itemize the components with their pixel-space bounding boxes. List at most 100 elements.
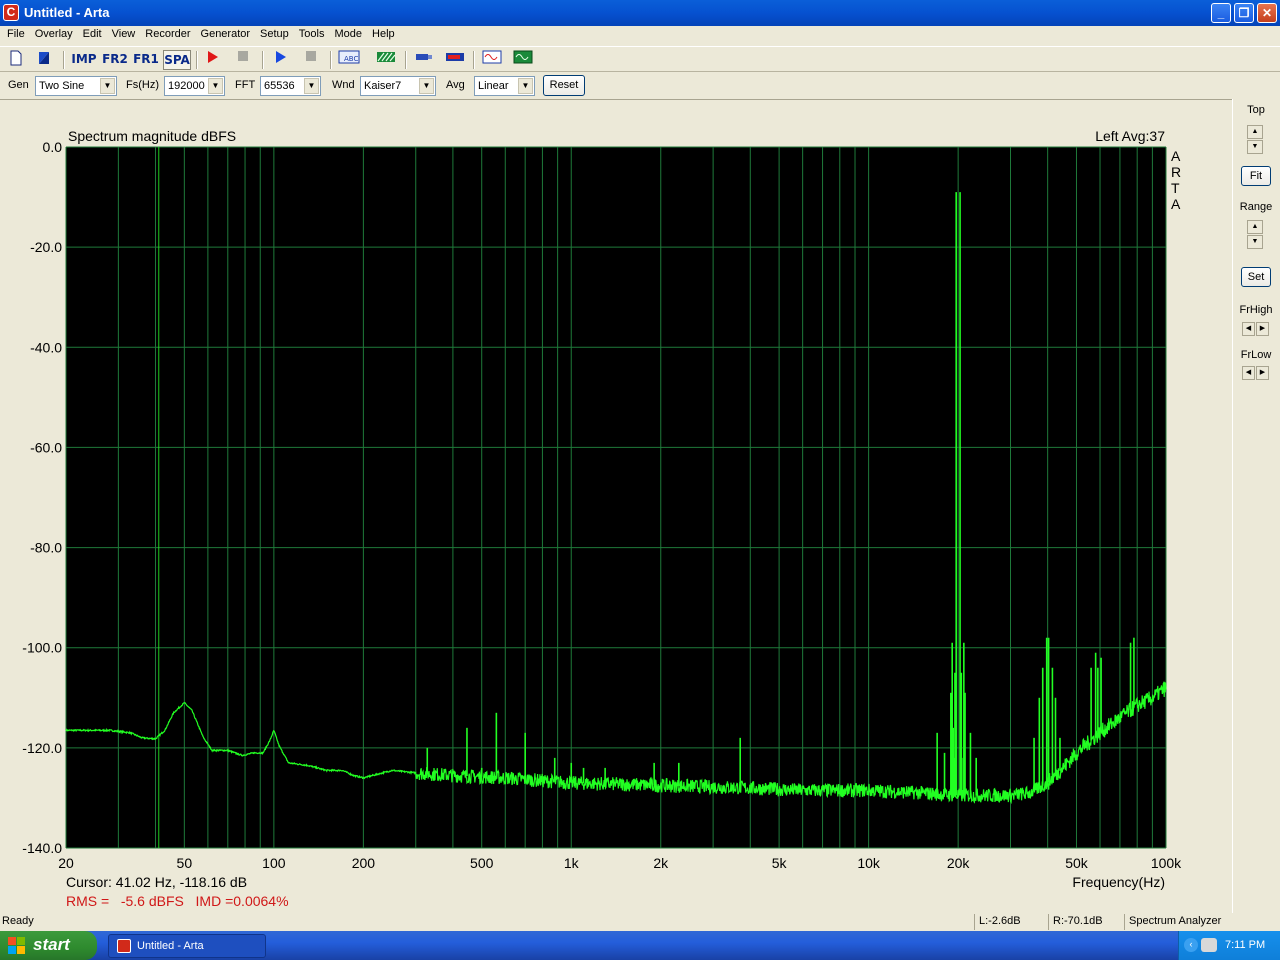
channel-info: Left Avg:37 xyxy=(1095,128,1165,144)
fft-size-value: 65536 xyxy=(264,80,295,92)
menu-mode[interactable]: Mode xyxy=(329,26,367,45)
cursor-readout: Cursor: 41.02 Hz, -118.16 dB xyxy=(66,874,247,890)
y-tick-label: -80.0 xyxy=(30,540,62,556)
menu-tools[interactable]: Tools xyxy=(294,26,330,45)
top-up-arrow-icon[interactable]: ▲ xyxy=(1247,125,1263,139)
taskbar-item-arta[interactable]: Untitled - Arta xyxy=(108,934,266,958)
menu-recorder[interactable]: Recorder xyxy=(140,26,195,45)
fs-label: Fs(Hz) xyxy=(126,79,159,91)
arta-watermark: ARTA xyxy=(1171,148,1181,212)
close-button[interactable]: ✕ xyxy=(1257,3,1277,23)
set-button[interactable]: Set xyxy=(1241,267,1271,287)
frlow-left-arrow-icon[interactable]: ◀ xyxy=(1242,366,1255,380)
averaging-select[interactable]: Linear ▼ xyxy=(474,76,535,96)
spectrum-chart-panel[interactable]: 0.0 -20.0 -40.0 -60.0 -80.0 -100.0 -120.0 -140.… xyxy=(0,99,1232,913)
x-tick-label: 20k xyxy=(947,855,971,871)
stop-record-icon[interactable] xyxy=(233,50,253,70)
y-tick-label: -120.0 xyxy=(22,740,62,756)
y-tick-label: 0.0 xyxy=(43,139,63,155)
minimize-button[interactable]: _ xyxy=(1211,3,1231,23)
reset-button[interactable]: Reset xyxy=(543,75,585,96)
sample-rate-value: 192000 xyxy=(168,80,205,92)
clock: 7:11 PM xyxy=(1225,939,1266,951)
top-label: Top xyxy=(1247,104,1265,116)
x-tick-label: 1k xyxy=(564,855,580,871)
menu-edit[interactable]: Edit xyxy=(78,26,107,45)
x-tick-label: 2k xyxy=(653,855,669,871)
status-bar: Ready L:-2.6dB R:-70.1dB Spectrum Analyz… xyxy=(0,913,1280,931)
averaging-value: Linear xyxy=(478,80,509,92)
abc-icon-label: ABC xyxy=(344,55,358,63)
menu-overlay[interactable]: Overlay xyxy=(30,26,78,45)
window-title: Untitled - Arta xyxy=(24,5,110,20)
open-icon[interactable] xyxy=(34,50,54,70)
chevron-down-icon[interactable]: ▼ xyxy=(100,78,115,94)
play-icon[interactable] xyxy=(271,50,291,70)
frhigh-left-arrow-icon[interactable]: ◀ xyxy=(1242,322,1255,336)
menu-setup[interactable]: Setup xyxy=(255,26,294,45)
watermark-letter: T xyxy=(1171,180,1180,196)
x-tick-labels: 20 50 100 200 500 1k 2k 5k 10k 20k 50k 100k xyxy=(58,855,1182,871)
arta-app-icon[interactable]: C xyxy=(3,4,19,21)
fit-button[interactable]: Fit xyxy=(1241,166,1271,186)
chevron-down-icon[interactable]: ▼ xyxy=(304,78,319,94)
range-down-arrow-icon[interactable]: ▼ xyxy=(1247,235,1263,249)
menu-view[interactable]: View xyxy=(107,26,141,45)
menu-file[interactable]: File xyxy=(2,26,30,45)
x-tick-label: 100k xyxy=(1151,855,1182,871)
left-level: L:-2.6dB xyxy=(974,914,1046,930)
top-down-arrow-icon[interactable]: ▼ xyxy=(1247,140,1263,154)
menu-help[interactable]: Help xyxy=(367,26,400,45)
fft-size-select[interactable]: 65536 ▼ xyxy=(260,76,321,96)
system-tray: ‹ 7:11 PM xyxy=(1178,931,1280,960)
x-tick-label: 20 xyxy=(58,855,74,871)
spectrum-chart[interactable]: 0.0 -20.0 -40.0 -60.0 -80.0 -100.0 -120.0 -140.… xyxy=(0,100,1232,914)
spa-mode-button[interactable]: SPA xyxy=(163,50,191,70)
mode-indicator: Spectrum Analyzer xyxy=(1124,914,1274,930)
generator-probe-icon[interactable] xyxy=(412,50,436,70)
frlow-right-arrow-icon[interactable]: ▶ xyxy=(1256,366,1269,380)
tray-app-icon[interactable] xyxy=(1201,938,1217,952)
status-text: Ready xyxy=(2,915,34,927)
level-meter-icon[interactable] xyxy=(443,50,467,70)
gen-label: Gen xyxy=(8,79,29,91)
scope-icon[interactable] xyxy=(511,50,535,70)
range-up-arrow-icon[interactable]: ▲ xyxy=(1247,220,1263,234)
rms-imd-readout: RMS = -5.6 dBFS IMD =0.0064% xyxy=(66,893,289,909)
new-file-icon[interactable] xyxy=(6,50,26,70)
chevron-down-icon[interactable]: ▼ xyxy=(518,78,533,94)
waveform-icon[interactable] xyxy=(480,50,504,70)
tray-expand-icon[interactable]: ‹ xyxy=(1184,938,1198,952)
window-function-select[interactable]: Kaiser7 ▼ xyxy=(360,76,436,96)
chevron-down-icon[interactable]: ▼ xyxy=(208,78,223,94)
watermark-letter: A xyxy=(1171,196,1181,212)
taskbar: start Untitled - Arta ‹ 7:11 PM xyxy=(0,931,1280,960)
frhigh-right-arrow-icon[interactable]: ▶ xyxy=(1256,322,1269,336)
menu-generator[interactable]: Generator xyxy=(196,26,256,45)
abc-icon[interactable]: ABC xyxy=(337,50,361,70)
x-axis-label: Frequency(Hz) xyxy=(1072,874,1165,890)
x-tick-label: 5k xyxy=(772,855,788,871)
sample-rate-select[interactable]: 192000 ▼ xyxy=(164,76,225,96)
title-bar[interactable]: C Untitled - Arta _ ❐ ✕ xyxy=(0,0,1280,26)
watermark-letter: A xyxy=(1171,148,1181,164)
record-play-icon[interactable] xyxy=(203,50,223,70)
fr1-mode-button[interactable]: FR1 xyxy=(132,50,160,70)
generator-select[interactable]: Two Sine ▼ xyxy=(35,76,117,96)
pattern-icon[interactable] xyxy=(374,50,398,70)
x-tick-label: 10k xyxy=(857,855,881,871)
x-tick-label: 100 xyxy=(262,855,286,871)
stop-icon[interactable] xyxy=(301,50,321,70)
fr2-mode-button[interactable]: FR2 xyxy=(101,50,129,70)
impulse-mode-button[interactable]: IMP xyxy=(70,50,98,70)
chevron-down-icon[interactable]: ▼ xyxy=(419,78,434,94)
x-tick-label: 500 xyxy=(470,855,494,871)
start-button[interactable]: start xyxy=(0,931,97,960)
wnd-label: Wnd xyxy=(332,79,355,91)
x-tick-label: 200 xyxy=(352,855,376,871)
y-tick-label: -40.0 xyxy=(30,339,62,355)
menu-bar: File Overlay Edit View Recorder Generato… xyxy=(0,26,1280,45)
start-label: start xyxy=(33,935,70,954)
maximize-button[interactable]: ❐ xyxy=(1234,3,1254,23)
plot-area[interactable] xyxy=(66,147,1166,848)
